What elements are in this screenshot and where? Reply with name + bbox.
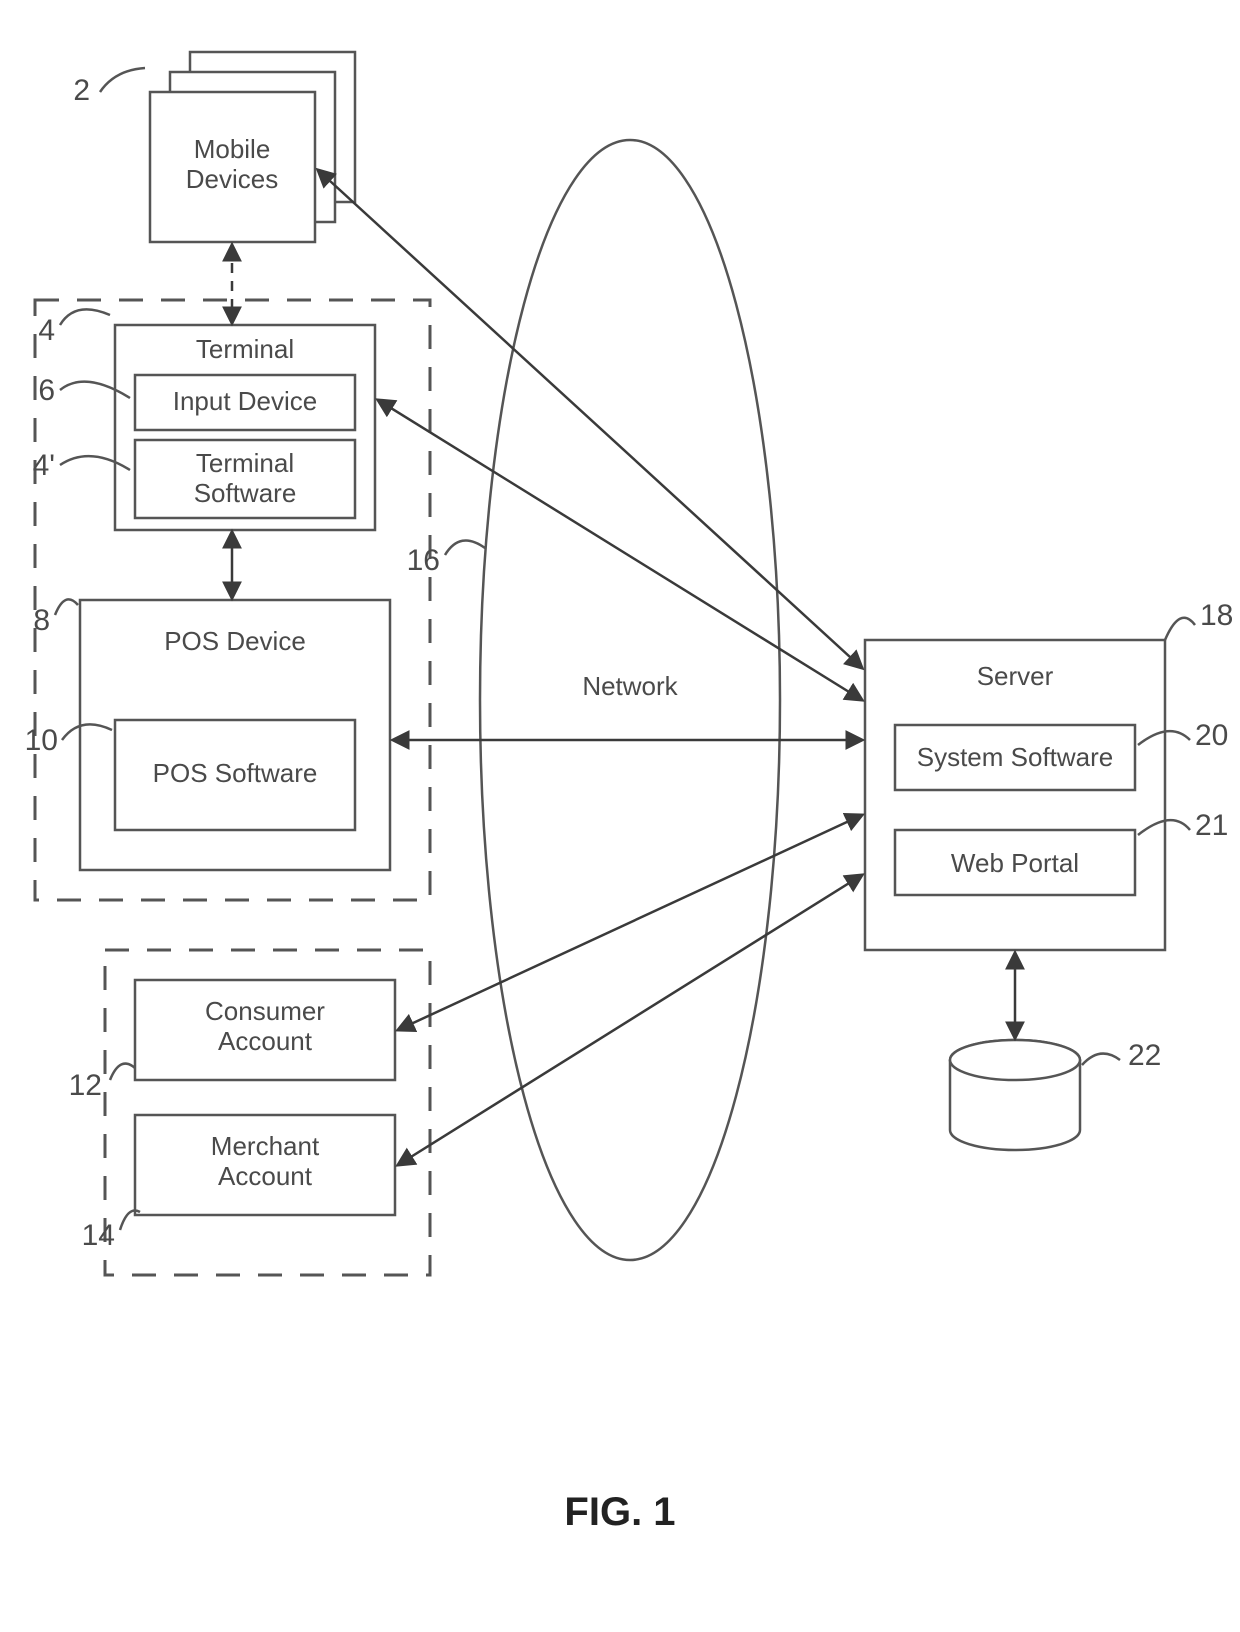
merchant-account-text-1: Merchant	[211, 1131, 320, 1161]
terminal-software-text-2: Software	[194, 478, 297, 508]
conn-merchant-server	[398, 875, 862, 1165]
pos-device-label: POS Device	[164, 626, 306, 656]
ref-8: 8	[33, 604, 50, 637]
ref-4p: 4'	[33, 449, 55, 482]
network-label: Network	[582, 671, 678, 701]
terminal-label: Terminal	[196, 334, 294, 364]
web-portal-label: Web Portal	[951, 848, 1079, 878]
pos-software-label: POS Software	[153, 758, 318, 788]
ref-6: 6	[38, 374, 55, 407]
conn-consumer-server	[398, 815, 862, 1030]
database-icon	[950, 1040, 1080, 1150]
mobile-devices-text-2: Devices	[186, 164, 278, 194]
ref-2: 2	[73, 74, 90, 107]
ref-18: 18	[1200, 599, 1233, 632]
terminal-software-text-1: Terminal	[196, 448, 294, 478]
diagram-canvas: Network Mobile Devices 2 Terminal Input …	[0, 0, 1240, 1632]
consumer-account-text-1: Consumer	[205, 996, 325, 1026]
ref-22: 22	[1128, 1039, 1161, 1072]
consumer-account-text-2: Account	[218, 1026, 313, 1056]
merchant-account-text-2: Account	[218, 1161, 313, 1191]
ref-16: 16	[407, 544, 440, 577]
ref-12: 12	[69, 1069, 102, 1102]
system-software-label: System Software	[917, 742, 1114, 772]
ref-20: 20	[1195, 719, 1228, 752]
ref-14: 14	[82, 1219, 115, 1252]
figure-title: FIG. 1	[564, 1490, 675, 1534]
input-device-label: Input Device	[173, 386, 318, 416]
server-box: Server System Software Web Portal	[865, 640, 1165, 950]
mobile-devices-text-1: Mobile	[194, 134, 271, 164]
ref-4: 4	[38, 314, 55, 347]
conn-mobile-server	[318, 170, 862, 668]
pos-device-box: POS Device POS Software	[80, 600, 390, 870]
server-label: Server	[977, 661, 1054, 691]
mobile-devices-group: Mobile Devices	[0, 0, 355, 242]
terminal-box: Terminal Input Device Terminal Software	[115, 325, 375, 530]
ref-21: 21	[1195, 809, 1228, 842]
ref-10: 10	[25, 724, 58, 757]
